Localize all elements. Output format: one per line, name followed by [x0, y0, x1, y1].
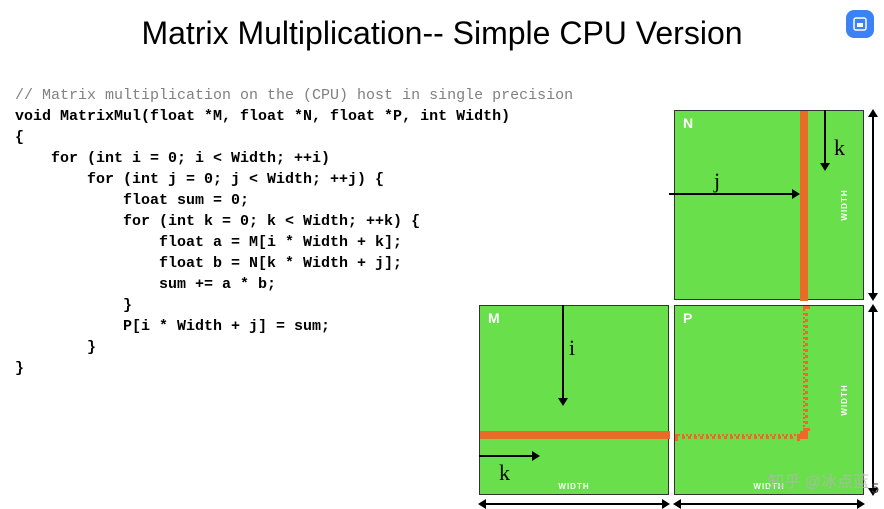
- watermark: 知乎 @冰点蓝: [768, 468, 869, 492]
- m-width-bottom: WIDTH: [558, 482, 589, 491]
- k-bottom-arrow: [479, 455, 534, 457]
- n-dim-right: [872, 115, 874, 295]
- m-highlight-row: [480, 431, 670, 439]
- p-dotted-h: [675, 434, 800, 439]
- n-width-right: WIDTH: [840, 189, 849, 220]
- n-highlight-col: [800, 111, 808, 301]
- j-arrow: [669, 193, 794, 195]
- i-label: i: [569, 335, 575, 361]
- p-dotted-v: [803, 306, 808, 431]
- matrix-p: P WIDTH WIDTH: [674, 305, 864, 495]
- p-intersect: [800, 431, 808, 439]
- p-dim-right: [872, 310, 874, 490]
- m-dim-bottom: [484, 503, 664, 505]
- k-top-label: k: [834, 135, 845, 161]
- i-arrow: [562, 305, 564, 400]
- page-number: 5: [871, 480, 879, 496]
- j-label: j: [714, 168, 720, 194]
- corner-app-icon: [846, 10, 874, 38]
- matrix-diagram: N WIDTH j k M WIDTH i k P WIDTH WIDTH: [479, 110, 879, 495]
- p-dim-bottom: [679, 503, 859, 505]
- matrix-p-label: P: [683, 310, 692, 326]
- k-bottom-label: k: [499, 460, 510, 486]
- k-top-arrow: [824, 110, 826, 165]
- p-width-right: WIDTH: [840, 384, 849, 415]
- matrix-n-label: N: [683, 115, 693, 131]
- slide-title: Matrix Multiplication-- Simple CPU Versi…: [0, 0, 884, 52]
- matrix-m-label: M: [488, 310, 500, 326]
- code-comment: // Matrix multiplication on the (CPU) ho…: [15, 85, 573, 106]
